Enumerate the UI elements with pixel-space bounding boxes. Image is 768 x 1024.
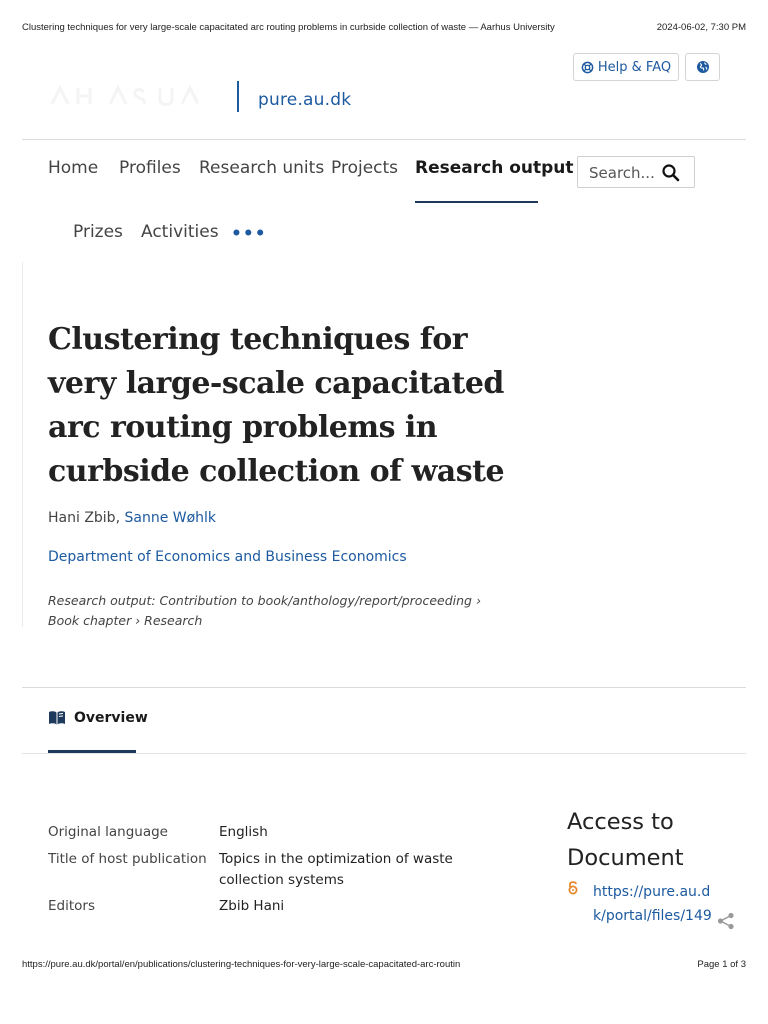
access-document-link-wrap: https://pure.au.dk/portal/files/14961 — [567, 880, 717, 930]
tab-overview[interactable]: Overview — [48, 706, 148, 730]
help-faq-label: Help & FAQ — [597, 59, 672, 75]
content-left-rule — [22, 262, 23, 627]
nav-item-profiles[interactable]: Profiles — [119, 158, 181, 178]
detail-value: Zbib Hani — [219, 898, 285, 914]
lifebuoy-icon — [581, 61, 594, 73]
book-icon — [49, 711, 65, 725]
print-header-title: Clustering techniques for very large-sca… — [22, 22, 555, 33]
header-divider — [22, 139, 746, 140]
nav-active-underline — [415, 201, 538, 203]
detail-key: Original language — [48, 824, 168, 840]
more-menu-icon[interactable]: ••• — [231, 224, 267, 244]
search-icon[interactable] — [661, 163, 681, 183]
share-icon[interactable] — [716, 911, 736, 931]
tabs-bottom-divider — [22, 753, 746, 754]
print-header-datetime: 2024-06-02, 7:30 PM — [656, 22, 746, 33]
access-document-link[interactable]: https://pure.au.dk/portal/files/14961 — [593, 880, 717, 930]
nav-item-home[interactable]: Home — [48, 158, 98, 178]
detail-row: Title of host publication Topics in the … — [48, 849, 518, 891]
print-footer-page: Page 1 of 3 — [697, 959, 746, 970]
tab-overview-label: Overview — [74, 710, 148, 726]
page-title: Clustering techniques for very large-sca… — [48, 322, 505, 489]
print-footer: https://pure.au.dk/portal/en/publication… — [22, 959, 746, 973]
aarhus-university-logo[interactable] — [48, 82, 200, 108]
author-name: Hani Zbib — [48, 510, 116, 526]
language-button[interactable] — [685, 53, 720, 81]
help-faq-button[interactable]: Help & FAQ — [573, 53, 679, 81]
authors: Hani Zbib, Sanne Wøhlk — [48, 510, 216, 526]
nav-item-research-units[interactable]: Research units — [199, 158, 324, 178]
nav-item-prizes[interactable]: Prizes — [73, 222, 123, 242]
nav-item-research-output[interactable]: Research output — [415, 158, 574, 178]
detail-key: Title of host publication — [48, 851, 207, 867]
author-link[interactable]: Sanne Wøhlk — [124, 510, 216, 526]
access-document-heading: Access to Document — [567, 809, 684, 871]
nav-item-projects[interactable]: Projects — [331, 158, 398, 178]
tabs-top-divider — [22, 687, 746, 688]
globe-icon — [696, 61, 709, 73]
open-access-icon — [567, 880, 579, 899]
detail-value: Topics in the optimization of waste coll… — [219, 851, 453, 888]
detail-row: Editors Zbib Hani — [48, 896, 518, 917]
nav-item-activities[interactable]: Activities — [141, 222, 219, 242]
detail-value: English — [219, 824, 268, 840]
department-link[interactable]: Department of Economics and Business Eco… — [48, 549, 407, 565]
brand-divider — [237, 81, 239, 112]
detail-row: Original language English — [48, 822, 518, 843]
print-header: Clustering techniques for very large-sca… — [22, 22, 746, 36]
publication-details: Original language English Title of host … — [48, 822, 518, 917]
research-output-type: Research output: Contribution to book/an… — [48, 593, 481, 628]
detail-key: Editors — [48, 898, 95, 914]
site-name[interactable]: pure.au.dk — [258, 90, 351, 110]
search-input[interactable]: Search... — [589, 164, 655, 182]
search-field[interactable]: Search... — [577, 156, 695, 188]
print-footer-url: https://pure.au.dk/portal/en/publication… — [22, 959, 461, 970]
